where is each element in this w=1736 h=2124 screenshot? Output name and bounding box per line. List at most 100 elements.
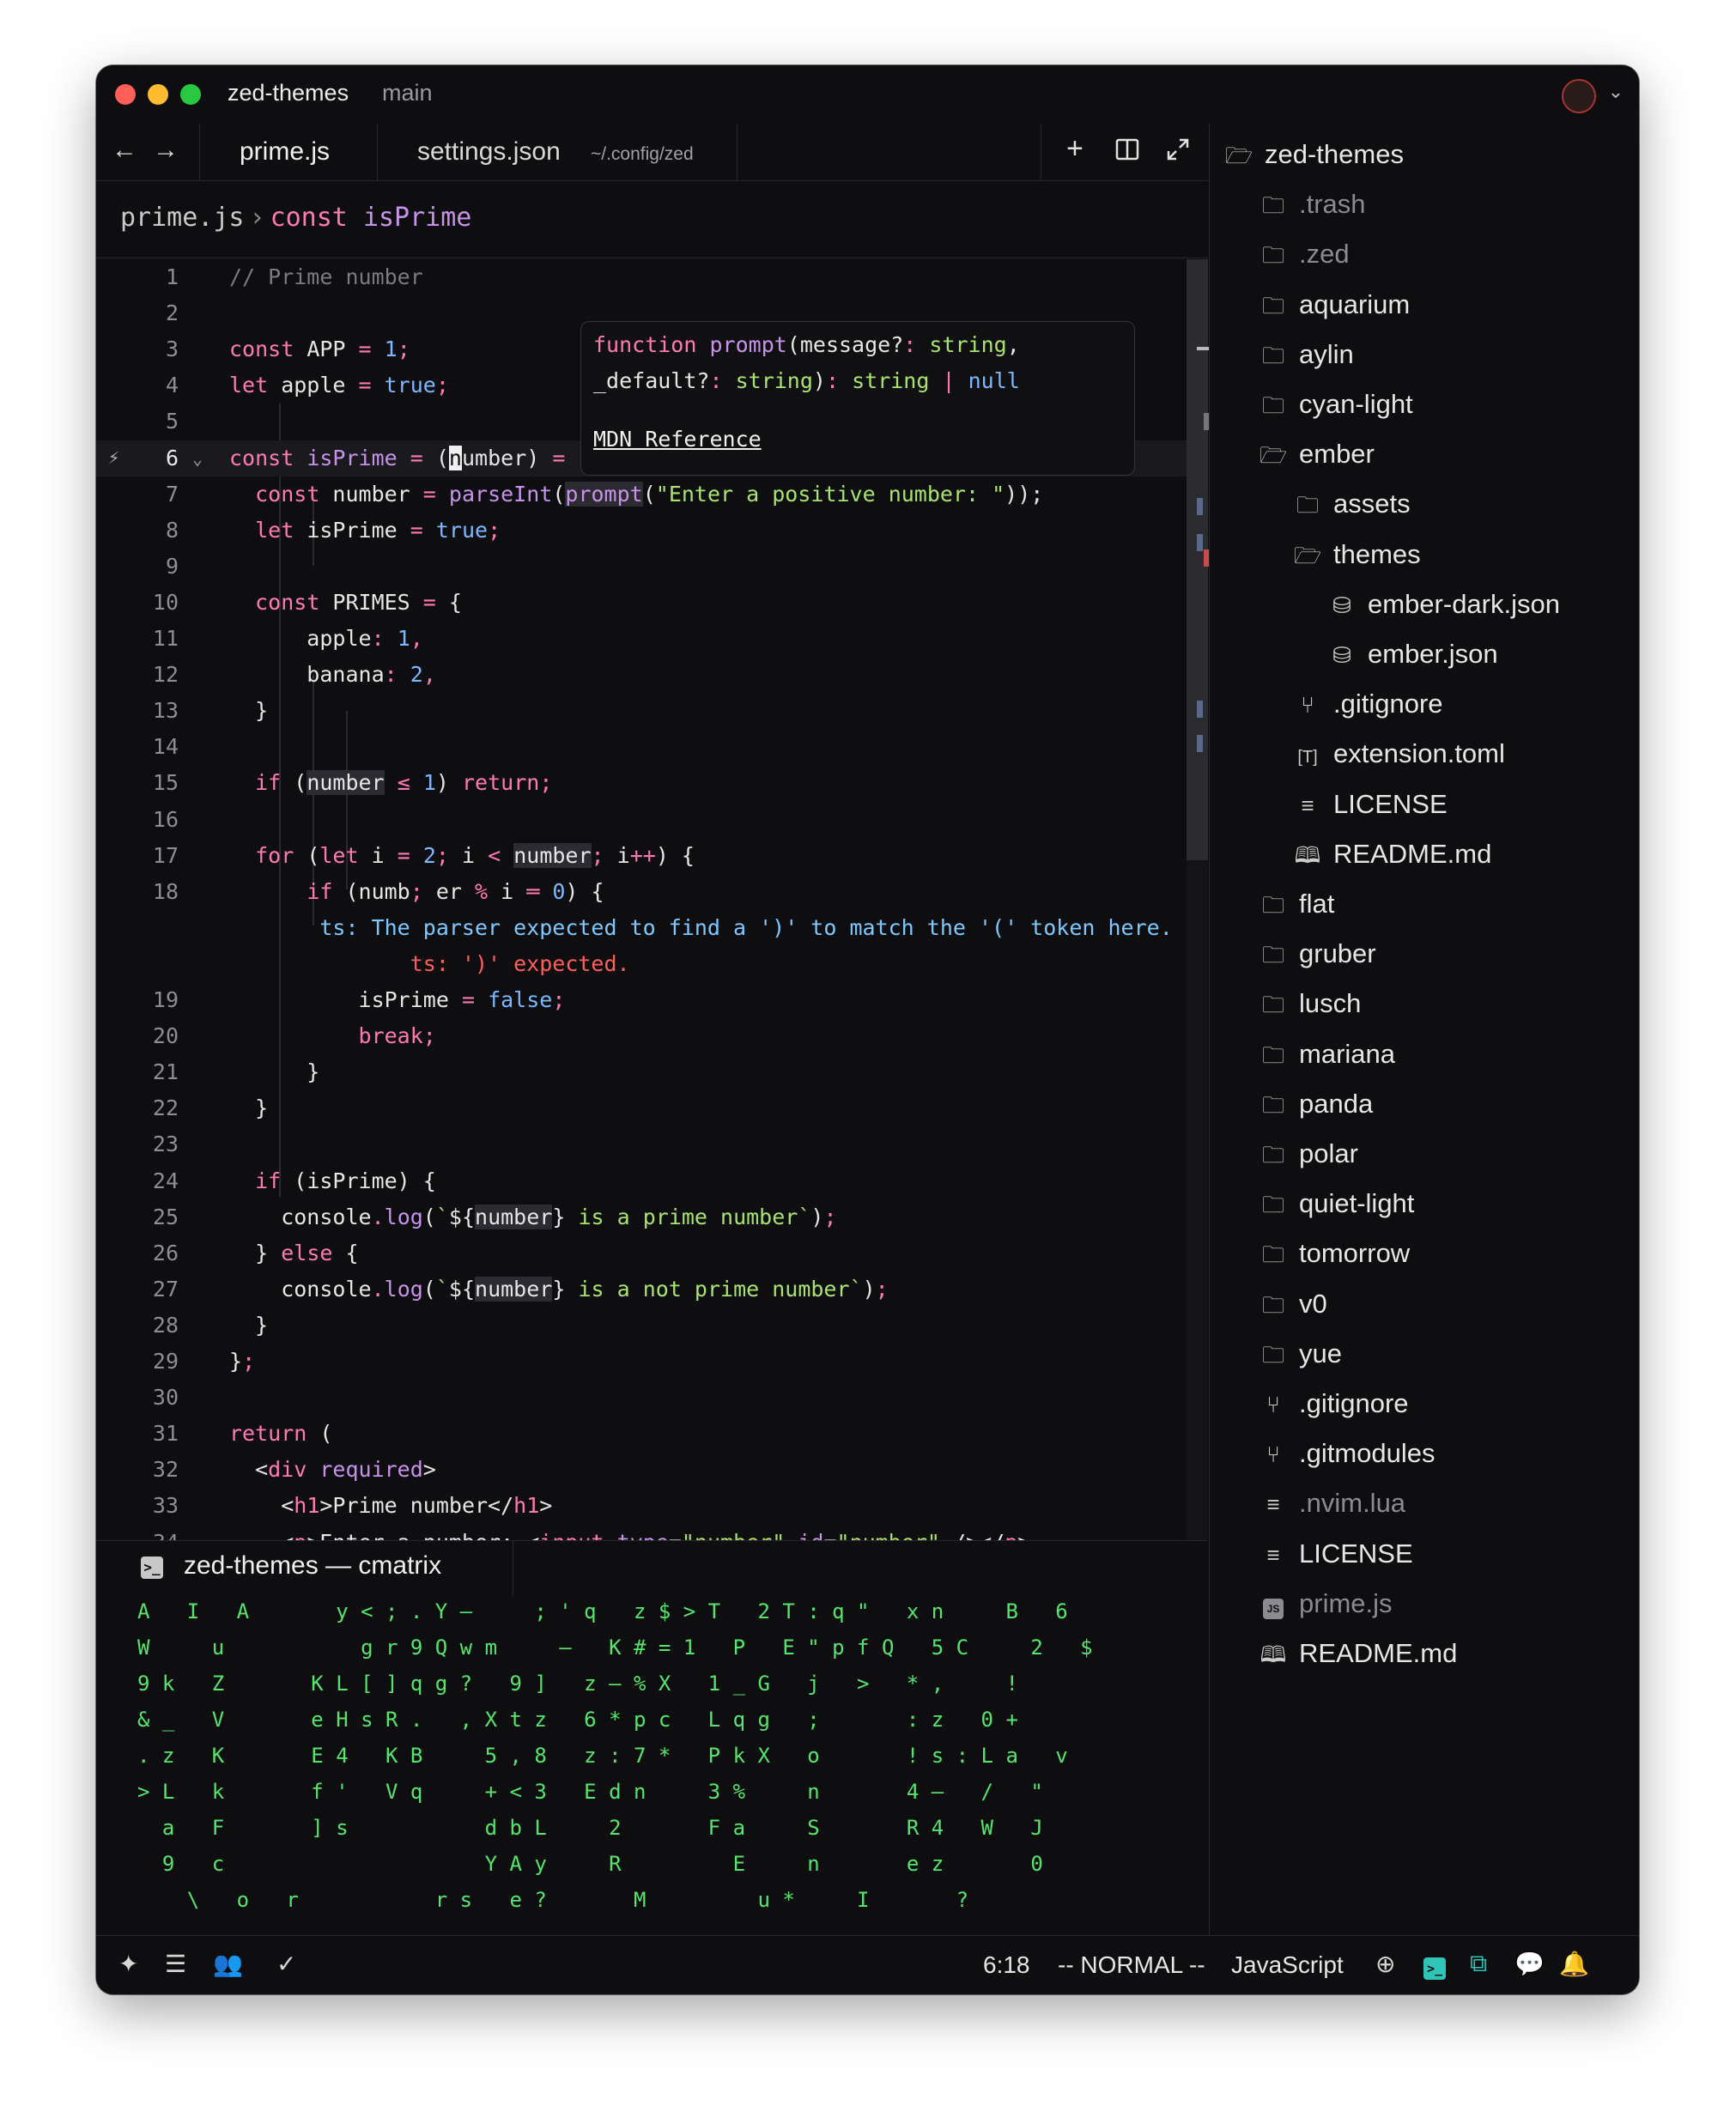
forward-arrow-icon[interactable]: → [153,136,179,165]
code-line[interactable]: 15 if (number ≤ 1) return; [96,765,1187,801]
tree-item[interactable]: 🗁 ember [1260,430,1375,478]
code-line[interactable]: 12 banana: 2, [96,657,1187,693]
tree-item[interactable]: ⛁ ember-dark.json [1328,580,1560,628]
code-line[interactable]: 34 <p>Enter a number: <input type="numbe… [96,1525,1187,1541]
cursor-position[interactable]: 6:18 [983,1951,1030,1979]
split-pane-icon[interactable] [1115,136,1139,169]
tree-item[interactable]: 🗀 yue [1260,1330,1342,1378]
code-line[interactable]: 28 } [96,1308,1187,1344]
code-line[interactable]: 25 console.log(`${number} is a prime num… [96,1199,1187,1235]
maximize-icon[interactable] [1166,136,1190,169]
code-line[interactable]: 30 [96,1380,1187,1416]
code-line[interactable]: 16 [96,802,1187,838]
tree-item[interactable]: 🗁 zed-themes [1225,130,1404,179]
tree-item[interactable]: 🕮 README.md [1294,830,1492,878]
terminal-toggle-icon[interactable]: >_ [1423,1951,1446,1980]
tree-item[interactable]: 🗀 assets [1294,480,1411,528]
language-selector[interactable]: JavaScript [1231,1951,1344,1979]
tree-item[interactable]: 🗀 panda [1260,1080,1373,1128]
code-line[interactable]: 21 } [96,1054,1187,1090]
tree-item[interactable]: 🗁 themes [1294,531,1421,579]
tree-item[interactable]: [T] extension.toml [1294,730,1505,778]
line-number: 28 [152,1312,179,1338]
code-line[interactable]: 1 // Prime number [96,259,1187,295]
bell-icon[interactable]: 🔔 [1559,1950,1589,1978]
code-line[interactable]: 10 const PRIMES = { [96,585,1187,621]
code-line[interactable]: 9 [96,549,1187,585]
vim-mode: -- NORMAL -- [1058,1951,1205,1978]
tab-prime-js[interactable]: prime.js [199,124,378,180]
tab-settings-json[interactable]: settings.json ~/.config/zed [376,124,737,180]
breadcrumb-symbol[interactable]: isPrime [363,203,471,233]
tree-item[interactable]: 🗀 quiet-light [1260,1180,1414,1228]
zoom-window-button[interactable] [180,84,201,105]
terminal-tab[interactable]: >_ zed-themes — cmatrix [96,1541,513,1596]
tree-item[interactable]: ⑂ .gitmodules [1260,1429,1435,1478]
tree-item[interactable]: ⑂ .gitignore [1294,680,1442,728]
project-panel-toggle-icon[interactable]: ⧉ [1470,1950,1487,1978]
minimize-window-button[interactable] [148,84,168,105]
tree-item[interactable]: 🗀 mariana [1260,1030,1395,1078]
code-line[interactable]: 23 [96,1126,1187,1162]
code-line[interactable]: 22 } [96,1090,1187,1126]
check-icon[interactable]: ✓ [276,1950,296,1978]
tree-item[interactable]: ⑂ .gitignore [1260,1380,1408,1428]
code-line[interactable]: 7 const number = parseInt(prompt("Enter … [96,476,1187,513]
code-line[interactable]: 24 if (isPrime) { [96,1163,1187,1199]
tree-item[interactable]: 🗀 polar [1260,1130,1358,1178]
plus-icon[interactable]: + [1066,132,1083,166]
code-line[interactable]: 13 } [96,693,1187,729]
tree-item[interactable]: ≡ LICENSE [1260,1530,1412,1578]
tree-item[interactable]: 🗀 lusch [1260,980,1361,1028]
tree-item[interactable]: 🗀 .trash [1260,180,1366,228]
code-line[interactable]: 20 break; [96,1018,1187,1054]
code-line[interactable]: 29}; [96,1344,1187,1380]
project-name[interactable]: zed-themes [228,80,349,106]
code-line[interactable]: ts: ')' expected. [96,946,1187,982]
tree-item[interactable]: JS prime.js [1260,1580,1393,1628]
code-text: return ( [229,1421,333,1447]
code-line[interactable]: 32 <div required> [96,1452,1187,1488]
chat-icon[interactable]: 💬 [1514,1950,1545,1978]
code-line[interactable]: 31 return ( [96,1416,1187,1452]
tree-item[interactable]: 🗀 .zed [1260,230,1350,278]
fold-chevron-icon[interactable]: ⌄ [192,440,203,476]
collab-icon[interactable]: 👥 [213,1950,243,1978]
code-line[interactable]: ts: The parser expected to find a ')' to… [96,910,1187,946]
tree-item[interactable]: ≡ .nvim.lua [1260,1479,1405,1527]
code-line[interactable]: 26 } else { [96,1235,1187,1271]
tree-item[interactable]: ≡ LICENSE [1294,780,1447,828]
tree-item[interactable]: 🗀 aylin [1260,331,1354,379]
breadcrumb[interactable]: prime.js › const isPrime [120,203,471,233]
code-line[interactable]: 17 for (let i = 2; i < number; i++) { [96,838,1187,874]
code-line[interactable]: 8 let isPrime = true; [96,513,1187,549]
code-line[interactable]: 27 console.log(`${number} is a not prime… [96,1271,1187,1308]
tree-item[interactable]: 🗀 cyan-light [1260,380,1413,428]
tab-label: prime.js [240,137,331,166]
tree-item[interactable]: 🗀 flat [1260,880,1334,928]
sparkle-icon[interactable]: ✦ [118,1950,138,1978]
tree-item[interactable]: 🗀 aquarium [1260,281,1410,329]
line-number: 7 [165,481,179,507]
chevron-down-icon[interactable]: ⌄ [1608,81,1624,103]
outline-icon[interactable]: ☰ [165,1950,186,1978]
breadcrumb-file[interactable]: prime.js [120,203,245,233]
copilot-icon[interactable]: ⊕ [1375,1950,1395,1978]
code-line[interactable]: 18 if (numb; er % i ═ 0) { [96,874,1187,910]
tree-item[interactable]: 🗀 gruber [1260,930,1376,978]
code-action-icon[interactable]: ⚡ [108,440,119,476]
line-number: 24 [152,1168,179,1193]
code-line[interactable]: 14 [96,729,1187,765]
branch-name[interactable]: main [382,80,433,106]
tree-item[interactable]: 🕮 README.md [1260,1629,1458,1678]
tree-item[interactable]: 🗀 tomorrow [1260,1229,1410,1277]
mdn-reference-link[interactable]: MDN Reference [593,427,762,452]
tree-item[interactable]: 🗀 v0 [1260,1280,1327,1328]
tree-item[interactable]: ⛁ ember.json [1328,630,1498,678]
code-line[interactable]: 11 apple: 1, [96,621,1187,657]
code-line[interactable]: 19 isPrime = false; [96,982,1187,1018]
back-arrow-icon[interactable]: ← [112,136,137,165]
user-avatar[interactable] [1562,79,1596,113]
code-line[interactable]: 33 <h1>Prime number</h1> [96,1488,1187,1524]
close-window-button[interactable] [115,84,136,105]
